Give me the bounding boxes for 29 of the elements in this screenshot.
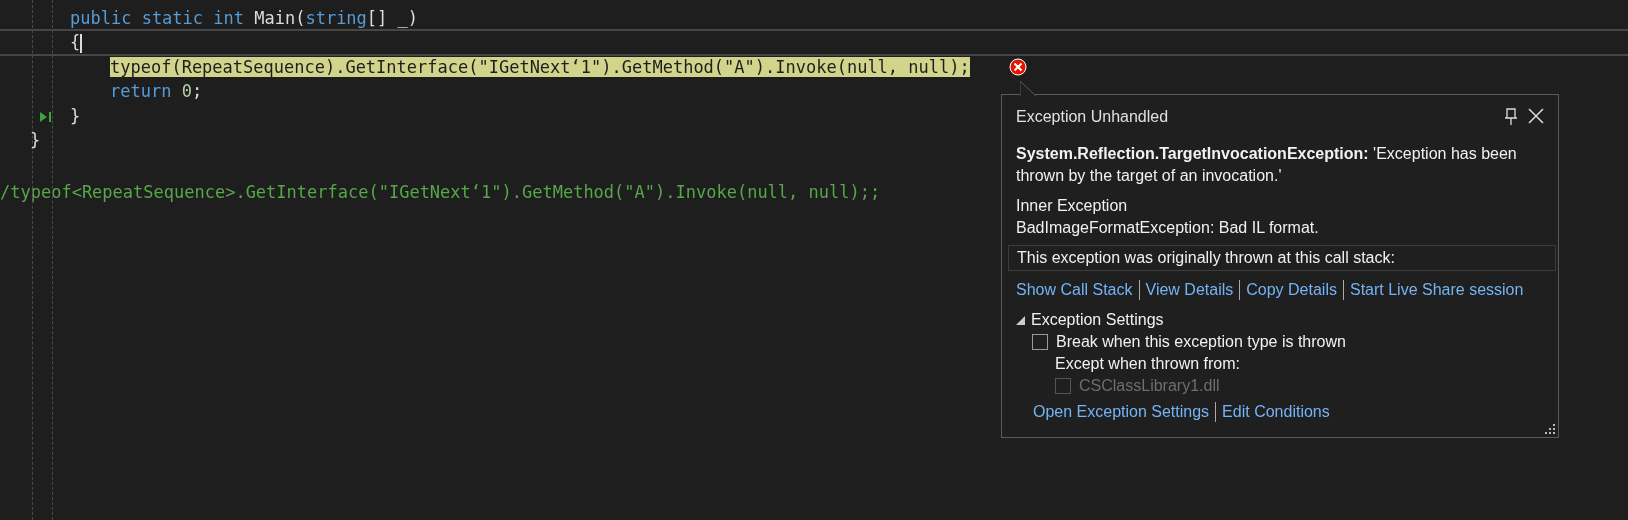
inner-exception-message: BadImageFormatException: Bad IL format. [1016,218,1320,238]
popup-link[interactable]: Edit Conditions [1222,401,1330,423]
popup-link[interactable]: Open Exception Settings [1033,401,1210,423]
except-label: Except when thrown from: [1055,354,1240,374]
popup-link[interactable]: Copy Details [1246,279,1337,301]
module-label: CSClassLibrary1.dll [1079,376,1220,396]
code-line: { [70,31,81,54]
expand-triangle-icon[interactable] [1016,315,1025,325]
error-icon[interactable] [1009,57,1027,76]
checkbox[interactable] [1032,334,1048,350]
call-stack-note: This exception was originally thrown at this call stack: [1008,245,1556,271]
popup-link[interactable]: Show Call Stack [1016,279,1133,301]
code-line: return 0; [110,80,203,103]
popup-link[interactable]: Start Live Share session [1349,279,1524,301]
settings-heading: Exception Settings [1031,310,1164,330]
close-icon[interactable] [1528,108,1544,124]
exception-message: System.Reflection.TargetInvocationException: 'Exception has been thrown by the target of an invocation.' [1016,144,1518,186]
inner-exception-label: Inner Exception [1016,196,1129,216]
pin-icon[interactable] [1504,108,1518,126]
popup-link[interactable]: View Details [1145,279,1234,301]
code-line: } [30,128,41,152]
popup-title: Exception Unhandled [1016,108,1169,126]
resize-grip-icon[interactable] [1543,422,1555,434]
text-caret [80,33,83,53]
code-line: public static int Main(string[] _) [70,7,419,30]
option-label: Break when this exception type is thrown [1056,332,1346,352]
code-line: } [70,104,81,127]
run-to-cursor-icon[interactable] [39,110,53,123]
comment-line: /typeof<RepeatSequence>.GetInterface("IGetNext‘1").GetMethod("A").Invoke(null, null);; [0,181,882,204]
